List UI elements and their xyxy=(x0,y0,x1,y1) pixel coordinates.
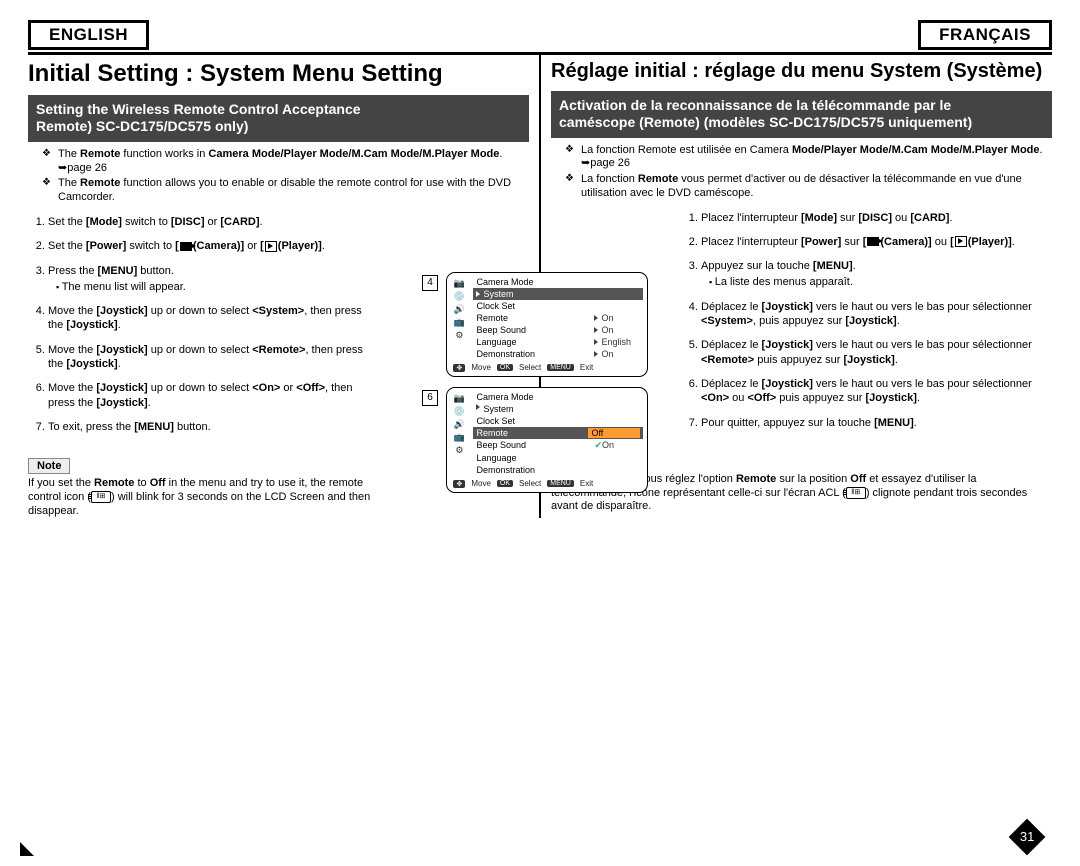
lang-tab-english: ENGLISH xyxy=(28,20,149,50)
osd-clock-row: Clock Set xyxy=(473,415,643,427)
steps-en: Set the [Mode] switch to [DISC] or [CARD… xyxy=(28,215,378,434)
bullets-en: The Remote function works in Camera Mode… xyxy=(28,148,529,205)
bullet-fr-2: La fonction Remote vous permet d'activer… xyxy=(569,173,1052,201)
step-en-6: Move the [Joystick] up or down to select… xyxy=(48,381,378,410)
blackbar-en: Setting the Wireless Remote Control Acce… xyxy=(28,95,529,142)
osd-system-row: System xyxy=(473,403,643,415)
mode-icon: 📷 xyxy=(452,393,466,404)
av-icon: 🔊 xyxy=(452,419,466,430)
camera-icon xyxy=(867,237,879,246)
bullet-en-2: The Remote function allows you to enable… xyxy=(46,177,529,205)
camera-icon xyxy=(180,242,192,251)
osd-beep-row: Beep SoundOn xyxy=(473,324,643,336)
remote-icon: ⦀⊞ xyxy=(846,487,866,499)
menu-key-icon: MENU xyxy=(547,364,574,371)
player-icon xyxy=(955,236,967,247)
osd-remote-row: RemoteOn xyxy=(473,312,643,324)
disc-icon: 💿 xyxy=(452,406,466,417)
step-fr-6: Déplacez le [Joystick] vers le haut ou v… xyxy=(701,377,1052,406)
step-fr-5: Déplacez le [Joystick] vers le haut ou v… xyxy=(701,338,1052,367)
osd-figures: 4 📷 💿 🔊 📺 ⚙ Camera Mode System Clock Set… xyxy=(422,272,652,503)
blackbar-fr-line2: caméscope (Remote) (modèles SC-DC175/DC5… xyxy=(559,114,972,130)
blackbar-en-line1: Setting the Wireless Remote Control Acce… xyxy=(36,101,361,117)
note-label-en: Note xyxy=(28,458,70,474)
display-icon: 📺 xyxy=(452,432,466,443)
step-en-1: Set the [Mode] switch to [DISC] or [CARD… xyxy=(48,215,378,229)
osd-lang-row: LanguageEnglish xyxy=(473,336,643,348)
blackbar-en-line2: Remote) SC-DC175/DC575 only) xyxy=(36,118,248,134)
system-icon: ⚙ xyxy=(452,445,466,456)
step-fr-7: Pour quitter, appuyez sur la touche [MEN… xyxy=(701,416,1052,430)
move-key-icon: ✥ xyxy=(453,480,465,488)
av-icon: 🔊 xyxy=(452,304,466,315)
osd-clock-row: Clock Set xyxy=(473,300,643,312)
osd-screen-4: 📷 💿 🔊 📺 ⚙ Camera Mode System Clock Set R… xyxy=(446,272,648,377)
figure-number-4: 4 xyxy=(422,275,438,291)
step-en-3-sub: The menu list will appear. xyxy=(56,280,378,294)
corner-decoration-icon xyxy=(20,842,34,856)
osd-remote-row-selected: RemoteOff xyxy=(473,427,643,439)
step-en-3: Press the [MENU] button. The menu list w… xyxy=(48,264,378,295)
step-fr-1: Placez l'interrupteur [Mode] sur [DISC] … xyxy=(701,211,1052,225)
step-en-2: Set the [Power] switch to [(Camera)] or … xyxy=(48,239,378,253)
blackbar-fr: Activation de la reconnaissance de la té… xyxy=(551,91,1052,138)
display-icon: 📺 xyxy=(452,317,466,328)
osd-beep-row: Beep Sound✔On xyxy=(473,439,643,452)
osd-system-row: System xyxy=(473,288,643,300)
step-fr-4: Déplacez le [Joystick] vers le haut ou v… xyxy=(701,300,1052,329)
step-en-7: To exit, press the [MENU] button. xyxy=(48,420,378,434)
step-en-4: Move the [Joystick] up or down to select… xyxy=(48,304,378,333)
osd-title: Camera Mode xyxy=(473,276,643,288)
step-fr-3: Appuyez sur la touche [MENU]. La liste d… xyxy=(701,259,1052,290)
figure-number-6: 6 xyxy=(422,390,438,406)
menu-key-icon: MENU xyxy=(547,480,574,487)
section-title-fr: Réglage initial : réglage du menu System… xyxy=(551,55,1052,91)
move-key-icon: ✥ xyxy=(453,364,465,372)
osd-title: Camera Mode xyxy=(473,391,643,403)
player-icon xyxy=(265,241,277,252)
osd-demo-row: Demonstration xyxy=(473,464,643,476)
blackbar-fr-line1: Activation de la reconnaissance de la té… xyxy=(559,97,951,113)
steps-fr: Placez l'interrupteur [Mode] sur [DISC] … xyxy=(681,211,1052,430)
ok-key-icon: OK xyxy=(497,480,513,487)
step-fr-3-sub: La liste des menus apparaît. xyxy=(709,275,1052,289)
step-fr-2: Placez l'interrupteur [Power] sur [(Came… xyxy=(701,235,1052,249)
disc-icon: 💿 xyxy=(452,291,466,302)
osd-screen-6: 📷 💿 🔊 📺 ⚙ Camera Mode System Clock Set R… xyxy=(446,387,648,493)
section-title-en: Initial Setting : System Menu Setting xyxy=(28,55,529,95)
step-en-5: Move the [Joystick] up or down to select… xyxy=(48,343,378,372)
osd-demo-row: DemonstrationOn xyxy=(473,348,643,360)
bullet-fr-1: La fonction Remote est utilisée en Camer… xyxy=(569,144,1052,172)
system-icon: ⚙ xyxy=(452,330,466,341)
osd-lang-row: Language xyxy=(473,452,643,464)
ok-key-icon: OK xyxy=(497,364,513,371)
bullet-en-1: The Remote function works in Camera Mode… xyxy=(46,148,529,176)
remote-icon: ⦀⊞ xyxy=(91,491,111,503)
osd-footer: ✥Move OKSelect MENUExit xyxy=(447,360,647,376)
note-text-en: If you set the Remote to Off in the menu… xyxy=(28,477,378,518)
mode-icon: 📷 xyxy=(452,278,466,289)
lang-tab-francais: FRANÇAIS xyxy=(918,20,1052,50)
bullets-fr: La fonction Remote est utilisée en Camer… xyxy=(551,144,1052,201)
osd-footer: ✥Move OKSelect MENUExit xyxy=(447,476,647,492)
page-number: 31 xyxy=(1009,819,1046,856)
